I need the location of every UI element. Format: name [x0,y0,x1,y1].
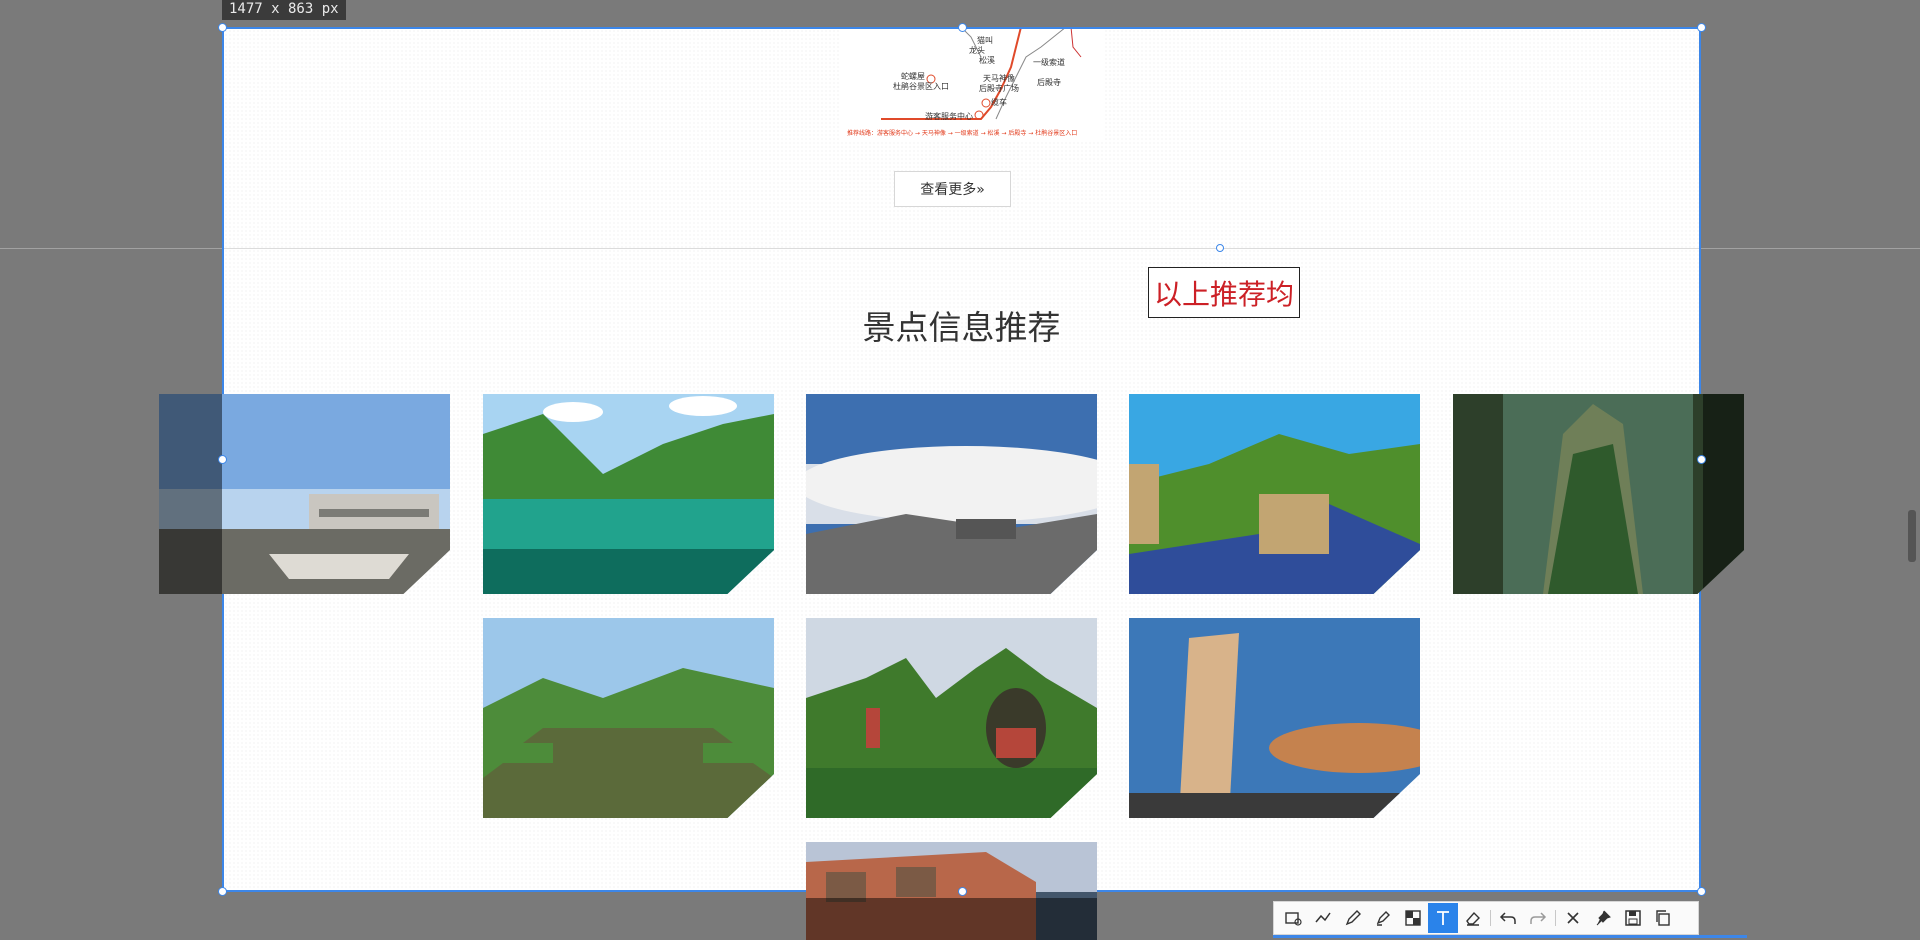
great-wall-image [1129,394,1420,594]
resize-handle-top[interactable] [958,23,967,32]
selection-size-badge: 1477 x 863 px [222,0,346,20]
text-annotation[interactable]: 以上推荐均 [1148,267,1300,318]
cliff-village-image [806,842,1097,940]
section-title: 景点信息推荐 [862,308,1061,347]
gallery-item-great-wall[interactable] [1129,394,1420,594]
karst-cave-image [806,618,1097,818]
map-label: 游客服务中心 [925,112,973,121]
resize-handle-top-right[interactable] [1697,23,1706,32]
resize-handle-bottom-left[interactable] [218,887,227,896]
section-divider [224,248,1699,249]
redo-icon[interactable] [1523,903,1553,933]
save-icon[interactable] [1618,903,1648,933]
karst-peak-image [1453,394,1744,594]
gallery-item-cliff-village[interactable] [806,842,1097,940]
gallery-item-sea-of-clouds[interactable] [806,394,1097,594]
map-label: 缆车 [991,98,1007,107]
eraser-icon[interactable] [1458,903,1488,933]
map-route-legend: 推荐线路：游客服务中心 → 天马神像 → 一级索道 → 松溪 → 后殿寺 → 杜… [847,130,1078,137]
gallery-item-jiuzhai-lake[interactable] [483,394,774,594]
leaning-tower-image [1129,618,1420,818]
resize-handle-left[interactable] [218,455,227,464]
resize-handle-right[interactable] [1697,455,1706,464]
close-icon[interactable] [1558,903,1588,933]
mosaic-icon[interactable] [1398,903,1428,933]
view-more-button[interactable]: 查看更多» [894,171,1011,207]
undo-icon[interactable] [1493,903,1523,933]
screenshot-toolbar [1273,901,1699,935]
gallery-item-mountain-pavilion[interactable] [483,618,774,818]
gallery-item-karst-cave[interactable] [806,618,1097,818]
copy-icon[interactable] [1648,903,1678,933]
toolbar-accent-line [1273,935,1747,938]
map-label: 松溪 [979,56,995,65]
map-label: 后殿寺 [1037,78,1061,87]
toolbar-separator [1490,910,1491,926]
gallery-item-marble-boat[interactable] [159,394,450,594]
marker-icon[interactable] [1368,903,1398,933]
annotation-rotate-handle[interactable] [1216,244,1224,252]
resize-handle-bottom[interactable] [958,887,967,896]
jiuzhai-lake-image [483,394,774,594]
scrollbar-thumb[interactable] [1908,510,1916,562]
rectangle-icon[interactable] [1278,903,1308,933]
gallery-item-leaning-tower[interactable] [1129,618,1420,818]
gallery-item-karst-peak[interactable] [1453,394,1744,594]
text-icon[interactable] [1428,903,1458,933]
map-label: 后殿寺广场 [979,84,1019,93]
sea-of-clouds-image [806,394,1097,594]
toolbar-separator [1555,910,1556,926]
marble-boat-image [159,394,450,594]
map-label: 杜鹃谷景区入口 [893,82,949,91]
resize-handle-top-left[interactable] [218,23,227,32]
polyline-icon[interactable] [1308,903,1338,933]
resize-handle-bottom-right[interactable] [1697,887,1706,896]
scenic-map-image: 猫叫 龙头 松溪 一级索道 蛇螺屋 杜鹃谷景区入口 天马神像 后殿寺广场 后殿寺… [841,29,1103,142]
pin-icon[interactable] [1588,903,1618,933]
mountain-pavilion-image [483,618,774,818]
map-label: 一级索道 [1033,58,1065,67]
pen-icon[interactable] [1338,903,1368,933]
